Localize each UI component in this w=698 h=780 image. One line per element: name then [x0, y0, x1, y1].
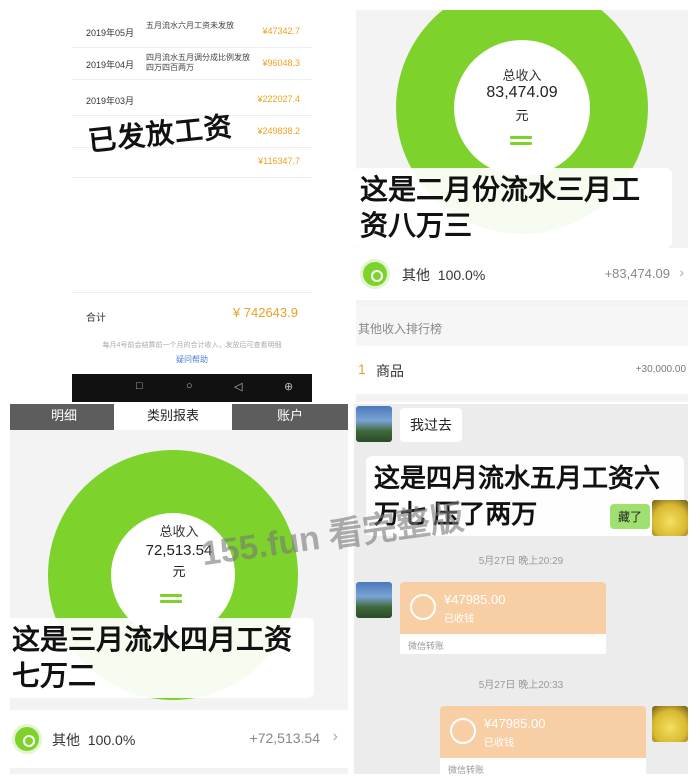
salary-amount: ¥116347.7 [258, 156, 300, 166]
help-link[interactable]: 疑问帮助 [72, 354, 312, 365]
salary-amount: ¥96048.3 [262, 58, 300, 68]
transfer-amount: ¥47985.00 [444, 592, 506, 607]
check-circle-icon [450, 718, 476, 744]
overlay-caption: 这是三月流水四月工资七万二 [10, 618, 314, 698]
tab-bar: 明细 类别报表 账户 [10, 404, 348, 430]
total-label: 合计 [86, 313, 106, 324]
ranking-row[interactable]: 1 商品 +30,000.00 [356, 346, 688, 394]
self-avatar[interactable] [652, 500, 688, 536]
salary-row[interactable]: 2019年05月 五月流水六月工资未发放 ¥47342.7 [72, 18, 312, 48]
wallet-icon [12, 724, 42, 754]
chevron-right-icon: › [332, 728, 338, 745]
salary-amount: ¥47342.7 [262, 26, 300, 36]
tab-detail[interactable]: 明细 [10, 404, 118, 430]
salary-row[interactable]: 2019年04月 四月流水五月调分成比例发放四万四百两万 ¥96048.3 [72, 50, 312, 80]
tab-account[interactable]: 账户 [232, 404, 348, 430]
switch-arrows-icon[interactable] [508, 136, 536, 146]
mar-income-panel: 明细 类别报表 账户 总收入 72,513.54 元 这是三月流水四月工资七万二… [10, 404, 348, 774]
salary-month: 2019年05月 [86, 28, 135, 38]
recent-apps-icon[interactable]: □ [136, 380, 143, 392]
total-income-label: 总收入 [502, 68, 542, 83]
category-row-other[interactable]: 其他 100.0% +83,474.09 › [356, 248, 688, 300]
menu-icon[interactable]: ⊕ [284, 380, 293, 393]
salary-month: 2019年04月 [86, 60, 135, 70]
total-value: ¥ 742643.9 [232, 305, 298, 320]
outgoing-message[interactable]: 藏了 [610, 504, 651, 529]
chat-panel: 我过去 这是四月流水五月工资六万七 压了两万 藏了 5月27日 晚上20:29 … [354, 404, 688, 774]
transfer-card[interactable]: ¥47985.00 已收钱 微信转账 [400, 582, 606, 654]
message-timestamp: 5月27日 晚上20:29 [478, 556, 564, 567]
overlay-caption: 这是二月份流水三月工资八万三 [356, 168, 672, 248]
rank-name: 商品 [376, 363, 404, 379]
feb-income-panel: 总收入 83,474.09 元 这是二月份流水三月工资八万三 其他 100.0%… [356, 10, 688, 402]
contact-avatar[interactable] [356, 582, 392, 618]
transfer-status: 已收钱 [444, 614, 474, 625]
rank-number: 1 [358, 361, 366, 377]
check-circle-icon [410, 594, 436, 620]
salary-table-panel: 2019年05月 五月流水六月工资未发放 ¥47342.7 2019年04月 四… [72, 10, 312, 402]
home-icon[interactable]: ○ [186, 380, 193, 392]
transfer-body: ¥47985.00 已收钱 [440, 706, 646, 758]
ranking-title: 其他收入排行榜 [356, 306, 688, 346]
contact-avatar[interactable] [356, 406, 392, 442]
salary-month: 2019年03月 [86, 96, 135, 106]
wallet-icon [360, 259, 390, 289]
rank-value: +30,000.00 [635, 364, 686, 375]
currency-unit: 元 [172, 564, 186, 579]
total-row: 合计 ¥ 742643.9 [72, 292, 312, 338]
salary-desc: 四月流水五月调分成比例发放四万四百两万 [146, 53, 250, 72]
category-value: +72,513.54 [249, 730, 320, 746]
incoming-message[interactable]: 我过去 [400, 408, 462, 442]
settlement-note: 每月4号前会结算前一个月的合计收入，发放后可查看明细 [102, 342, 282, 349]
transfer-status: 已收钱 [484, 738, 514, 749]
tab-category-report[interactable]: 类别报表 [114, 404, 232, 430]
message-timestamp: 5月27日 晚上20:33 [478, 680, 564, 691]
category-label: 其他 100.0% [52, 732, 136, 748]
currency-unit: 元 [515, 108, 529, 123]
category-value: +83,474.09 [604, 266, 670, 281]
salary-amount: ¥249838.2 [257, 126, 300, 136]
transfer-card[interactable]: ¥47985.00 已收钱 微信转账 [440, 706, 646, 774]
salary-desc: 五月流水六月工资未发放 [146, 21, 234, 30]
switch-arrows-icon[interactable] [158, 594, 186, 604]
transfer-amount: ¥47985.00 [484, 716, 546, 731]
self-avatar[interactable] [652, 706, 688, 742]
transfer-footer: 微信转账 [440, 758, 646, 774]
category-row-other[interactable]: 其他 100.0% +72,513.54 › [10, 710, 348, 768]
transfer-body: ¥47985.00 已收钱 [400, 582, 606, 634]
chevron-right-icon: › [679, 264, 684, 280]
android-nav-bar: □ ○ ◁ ⊕ [72, 374, 312, 402]
transfer-footer: 微信转账 [400, 634, 606, 654]
back-icon[interactable]: ◁ [234, 380, 242, 393]
category-label: 其他 100.0% [402, 267, 486, 283]
total-income-value: 83,474.09 [486, 84, 558, 101]
salary-amount: ¥222027.4 [257, 94, 300, 104]
